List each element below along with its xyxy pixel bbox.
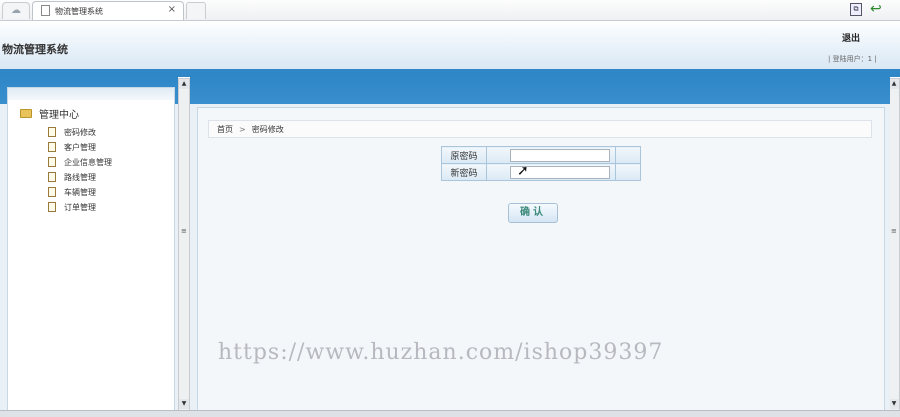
left-pane: 管理中心 密码修改 客户管理 企业信息管理 路线管理 车辆管理 订单管理 (0, 77, 178, 416)
sidebar-item-label: 路线管理 (64, 172, 96, 182)
sidebar-item-company[interactable]: 企业信息管理 (48, 156, 112, 168)
tree-root-label: 管理中心 (39, 109, 79, 121)
scroll-grip-icon[interactable]: ≡ (181, 227, 187, 235)
row-spacer (615, 163, 641, 181)
breadcrumb-separator: > (239, 124, 246, 134)
scroll-up-icon[interactable]: ▲ (179, 79, 189, 89)
app-title: 物流管理系统 (2, 43, 68, 56)
login-user-info: | 登陆用户：1 | (828, 55, 877, 63)
scroll-up-icon[interactable]: ▲ (889, 79, 899, 89)
old-password-label: 原密码 (441, 146, 487, 164)
scroll-grip-icon[interactable]: ≡ (891, 227, 897, 235)
browser-tab-strip: ☁ 物流管理系统 × ⧉ ↩ (0, 0, 900, 21)
browser-tab[interactable]: 物流管理系统 × (32, 1, 184, 20)
document-icon (48, 157, 56, 167)
app-header: 物流管理系统 退出 | 登陆用户：1 | (0, 21, 900, 70)
document-icon (48, 127, 56, 137)
sidebar-item-vehicles[interactable]: 车辆管理 (48, 186, 96, 198)
new-password-row: 新密码 (441, 163, 641, 181)
page-tools-icon[interactable]: ⧉ (850, 3, 862, 16)
new-tab-button[interactable] (186, 2, 206, 19)
sidebar-item-customers[interactable]: 客户管理 (48, 141, 96, 153)
sidebar-item-label: 企业信息管理 (64, 157, 112, 167)
header-divider-bar (0, 69, 900, 77)
confirm-button[interactable]: 确认 (508, 203, 558, 223)
breadcrumb: 首页 > 密码修改 (208, 120, 872, 138)
breadcrumb-current: 密码修改 (251, 124, 284, 134)
sidebar-item-label: 订单管理 (64, 202, 96, 212)
document-icon (48, 172, 56, 182)
page-icon (41, 5, 50, 16)
document-icon (48, 202, 56, 212)
row-spacer (615, 146, 641, 164)
sidebar-item-routes[interactable]: 路线管理 (48, 171, 96, 183)
sidebar-item-password[interactable]: 密码修改 (48, 126, 96, 138)
scroll-down-icon[interactable]: ▼ (889, 399, 899, 409)
scroll-down-icon[interactable]: ▼ (179, 399, 189, 409)
browser-tab-title: 物流管理系统 (55, 7, 103, 16)
sidebar-header (8, 88, 174, 100)
old-password-input[interactable] (510, 148, 610, 162)
logout-link[interactable]: 退出 (842, 31, 860, 44)
old-password-row: 原密码 (441, 146, 641, 164)
sidebar-item-label: 密码修改 (64, 127, 96, 137)
breadcrumb-home[interactable]: 首页 (217, 124, 233, 135)
sidebar-item-label: 客户管理 (64, 142, 96, 152)
cloud-icon[interactable]: ☁ (2, 2, 30, 19)
document-icon (48, 142, 56, 152)
watermark-text: https://www.huzhan.com/ishop39397 (218, 340, 664, 365)
mouse-cursor-icon: ➚ (517, 163, 529, 179)
content-panel: 首页 > 密码修改 原密码 新密码 确认 (197, 107, 885, 415)
main-pane: 首页 > 密码修改 原密码 新密码 确认 (190, 77, 890, 416)
new-password-cell (486, 163, 616, 181)
sidebar-scrollbar[interactable]: ▲ ≡ ▼ (178, 78, 190, 412)
folder-open-icon (20, 108, 32, 118)
tab-close-icon[interactable]: × (168, 4, 176, 15)
old-password-cell (486, 146, 616, 164)
sidebar-item-label: 车辆管理 (64, 187, 96, 197)
sidebar-item-orders[interactable]: 订单管理 (48, 201, 96, 213)
sidebar: 管理中心 密码修改 客户管理 企业信息管理 路线管理 车辆管理 订单管理 (7, 87, 175, 415)
new-password-label: 新密码 (441, 163, 487, 181)
back-arrow-icon[interactable]: ↩ (870, 1, 882, 17)
tree-root[interactable]: 管理中心 (20, 106, 79, 121)
password-form: 原密码 新密码 (441, 146, 641, 181)
document-icon (48, 187, 56, 197)
